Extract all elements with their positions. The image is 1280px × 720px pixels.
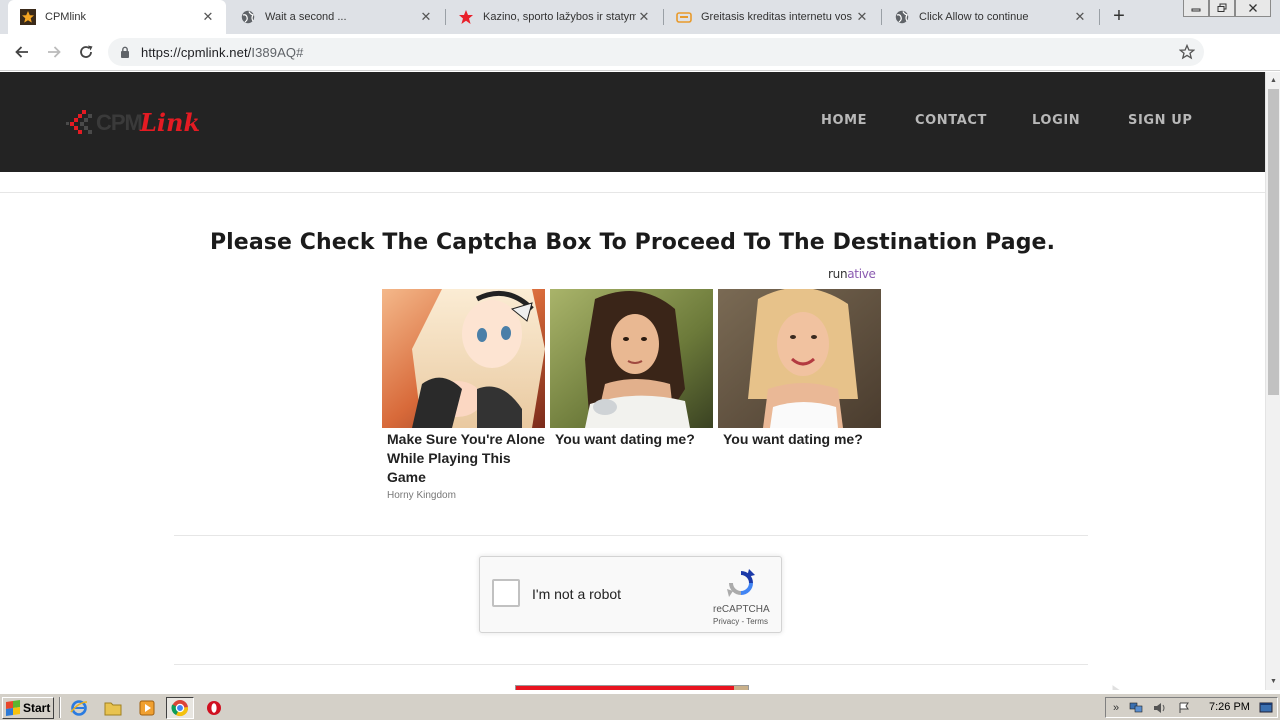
taskbar-separator xyxy=(59,697,61,718)
new-tab-button[interactable]: + xyxy=(1108,6,1130,28)
tab-title: Click Allow to continue xyxy=(919,11,1029,23)
ad-title[interactable]: You want dating me? xyxy=(550,430,713,449)
recaptcha-logo-icon xyxy=(727,569,755,597)
nav-contact[interactable]: CONTACT xyxy=(915,113,987,128)
anyrun-watermark: ANY RUN xyxy=(1112,685,1120,690)
forward-button[interactable] xyxy=(42,40,66,64)
ad-title[interactable]: Make Sure You're Alone While Playing Thi… xyxy=(382,430,545,487)
ad-image-woman-brunette[interactable] xyxy=(550,289,713,428)
volume-icon[interactable] xyxy=(1152,701,1168,715)
browser-toolbar: https://cpmlink.net/I389AQ# xyxy=(0,34,1280,97)
network-icon[interactable] xyxy=(1128,701,1144,715)
lock-icon xyxy=(120,46,132,58)
bookmark-star-icon[interactable] xyxy=(1178,43,1196,61)
start-label: Start xyxy=(23,701,51,715)
cpmlink-favicon-icon xyxy=(20,9,36,25)
action-center-flag-icon[interactable] xyxy=(1176,701,1192,715)
tab-kazino[interactable]: Kazino, sporto lažybos ir statym ✕ xyxy=(446,0,662,34)
tab-close-icon[interactable]: ✕ xyxy=(636,9,652,25)
window-controls xyxy=(1183,0,1271,18)
chrome-taskbar-icon[interactable] xyxy=(166,697,194,719)
tab-wait[interactable]: Wait a second ... ✕ xyxy=(228,0,444,34)
ad-image-woman-blonde[interactable] xyxy=(718,289,881,428)
nav-home[interactable]: HOME xyxy=(821,113,867,128)
scroll-up-arrow-icon[interactable]: ▲ xyxy=(1266,73,1280,88)
tray-expand-icon[interactable]: » xyxy=(1108,701,1124,715)
ad-image-anime[interactable] xyxy=(382,289,545,428)
internet-explorer-icon[interactable] xyxy=(65,697,93,719)
windows-taskbar: Start » 7:26 PM xyxy=(0,693,1280,720)
reload-button[interactable] xyxy=(74,40,98,64)
runative-brand[interactable]: runative xyxy=(828,267,876,281)
start-button[interactable]: Start xyxy=(2,697,54,719)
nav-login[interactable]: LOGIN xyxy=(1032,113,1080,128)
windows-flag-icon xyxy=(6,700,20,716)
page-scrollbar[interactable]: ▲ ▼ xyxy=(1265,72,1280,690)
tab-close-icon[interactable]: ✕ xyxy=(418,9,434,25)
taskbar-clock[interactable]: 7:26 PM xyxy=(1209,701,1250,713)
media-player-icon[interactable] xyxy=(133,697,161,719)
logo-text: CPM xyxy=(96,110,143,135)
recaptcha-checkbox[interactable] xyxy=(492,579,520,607)
close-window-button[interactable] xyxy=(1235,0,1271,17)
ad-card[interactable]: You want dating me? xyxy=(550,289,713,449)
recaptcha-widget: I'm not a robot reCAPTCHA Privacy - Term… xyxy=(479,556,782,633)
logo-accent-text: Link xyxy=(140,108,201,137)
tab-title: CPMlink xyxy=(45,11,86,23)
recaptcha-privacy-terms[interactable]: Privacy - Terms xyxy=(713,617,773,626)
tab-close-icon[interactable]: ✕ xyxy=(1072,9,1088,25)
file-explorer-icon[interactable] xyxy=(99,697,127,719)
url-text: https://cpmlink.net/I389AQ# xyxy=(141,44,304,60)
ad-title[interactable]: You want dating me? xyxy=(718,430,881,449)
tab-kreditas[interactable]: Greitasis kreditas internetu vos ✕ xyxy=(664,0,880,34)
recaptcha-brand: reCAPTCHA xyxy=(713,604,770,615)
globe-icon xyxy=(240,9,256,25)
credit-card-icon xyxy=(676,9,692,25)
page-viewport: CPM Link HOME CONTACT LOGIN SIGN UP Plea… xyxy=(0,72,1265,690)
ad-source: Horny Kingdom xyxy=(387,490,456,501)
ad-card[interactable]: You want dating me? xyxy=(718,289,881,449)
site-header: CPM Link HOME CONTACT LOGIN SIGN UP xyxy=(0,72,1265,172)
tab-close-icon[interactable]: ✕ xyxy=(200,9,216,25)
tab-cpmlink[interactable]: CPMlink ✕ xyxy=(8,0,226,34)
recaptcha-label: I'm not a robot xyxy=(532,586,622,602)
scroll-down-arrow-icon[interactable]: ▼ xyxy=(1266,674,1280,689)
logo-pixel-mark-icon xyxy=(66,110,92,134)
page-headline: Please Check The Captcha Box To Proceed … xyxy=(209,230,1056,255)
system-tray: » 7:26 PM xyxy=(1105,697,1278,718)
red-ad-banner[interactable] xyxy=(515,685,749,690)
show-desktop-icon[interactable] xyxy=(1258,701,1274,715)
tab-title: Greitasis kreditas internetu vos xyxy=(701,11,853,23)
globe-icon xyxy=(894,9,910,25)
restore-button[interactable] xyxy=(1209,0,1235,17)
divider xyxy=(0,192,1265,193)
red-star-icon xyxy=(458,9,474,25)
nav-signup[interactable]: SIGN UP xyxy=(1128,113,1193,128)
tab-separator xyxy=(1099,9,1100,25)
ad-card[interactable]: Make Sure You're Alone While Playing Thi… xyxy=(382,289,545,501)
opera-icon[interactable] xyxy=(200,697,228,719)
scrollbar-thumb[interactable] xyxy=(1268,89,1279,395)
tab-click-allow[interactable]: Click Allow to continue ✕ xyxy=(882,0,1098,34)
minimize-button[interactable] xyxy=(1183,0,1209,17)
divider xyxy=(174,535,1088,536)
divider xyxy=(174,664,1088,665)
tab-title: Wait a second ... xyxy=(265,11,347,23)
tab-close-icon[interactable]: ✕ xyxy=(854,9,870,25)
cpmlink-logo[interactable]: CPM Link xyxy=(64,102,204,142)
back-button[interactable] xyxy=(10,40,34,64)
tab-strip: CPMlink ✕ Wait a second ... ✕ Kazino, sp… xyxy=(0,0,1280,34)
tab-title: Kazino, sporto lažybos ir statym xyxy=(483,11,636,23)
address-bar[interactable]: https://cpmlink.net/I389AQ# xyxy=(108,38,1204,66)
